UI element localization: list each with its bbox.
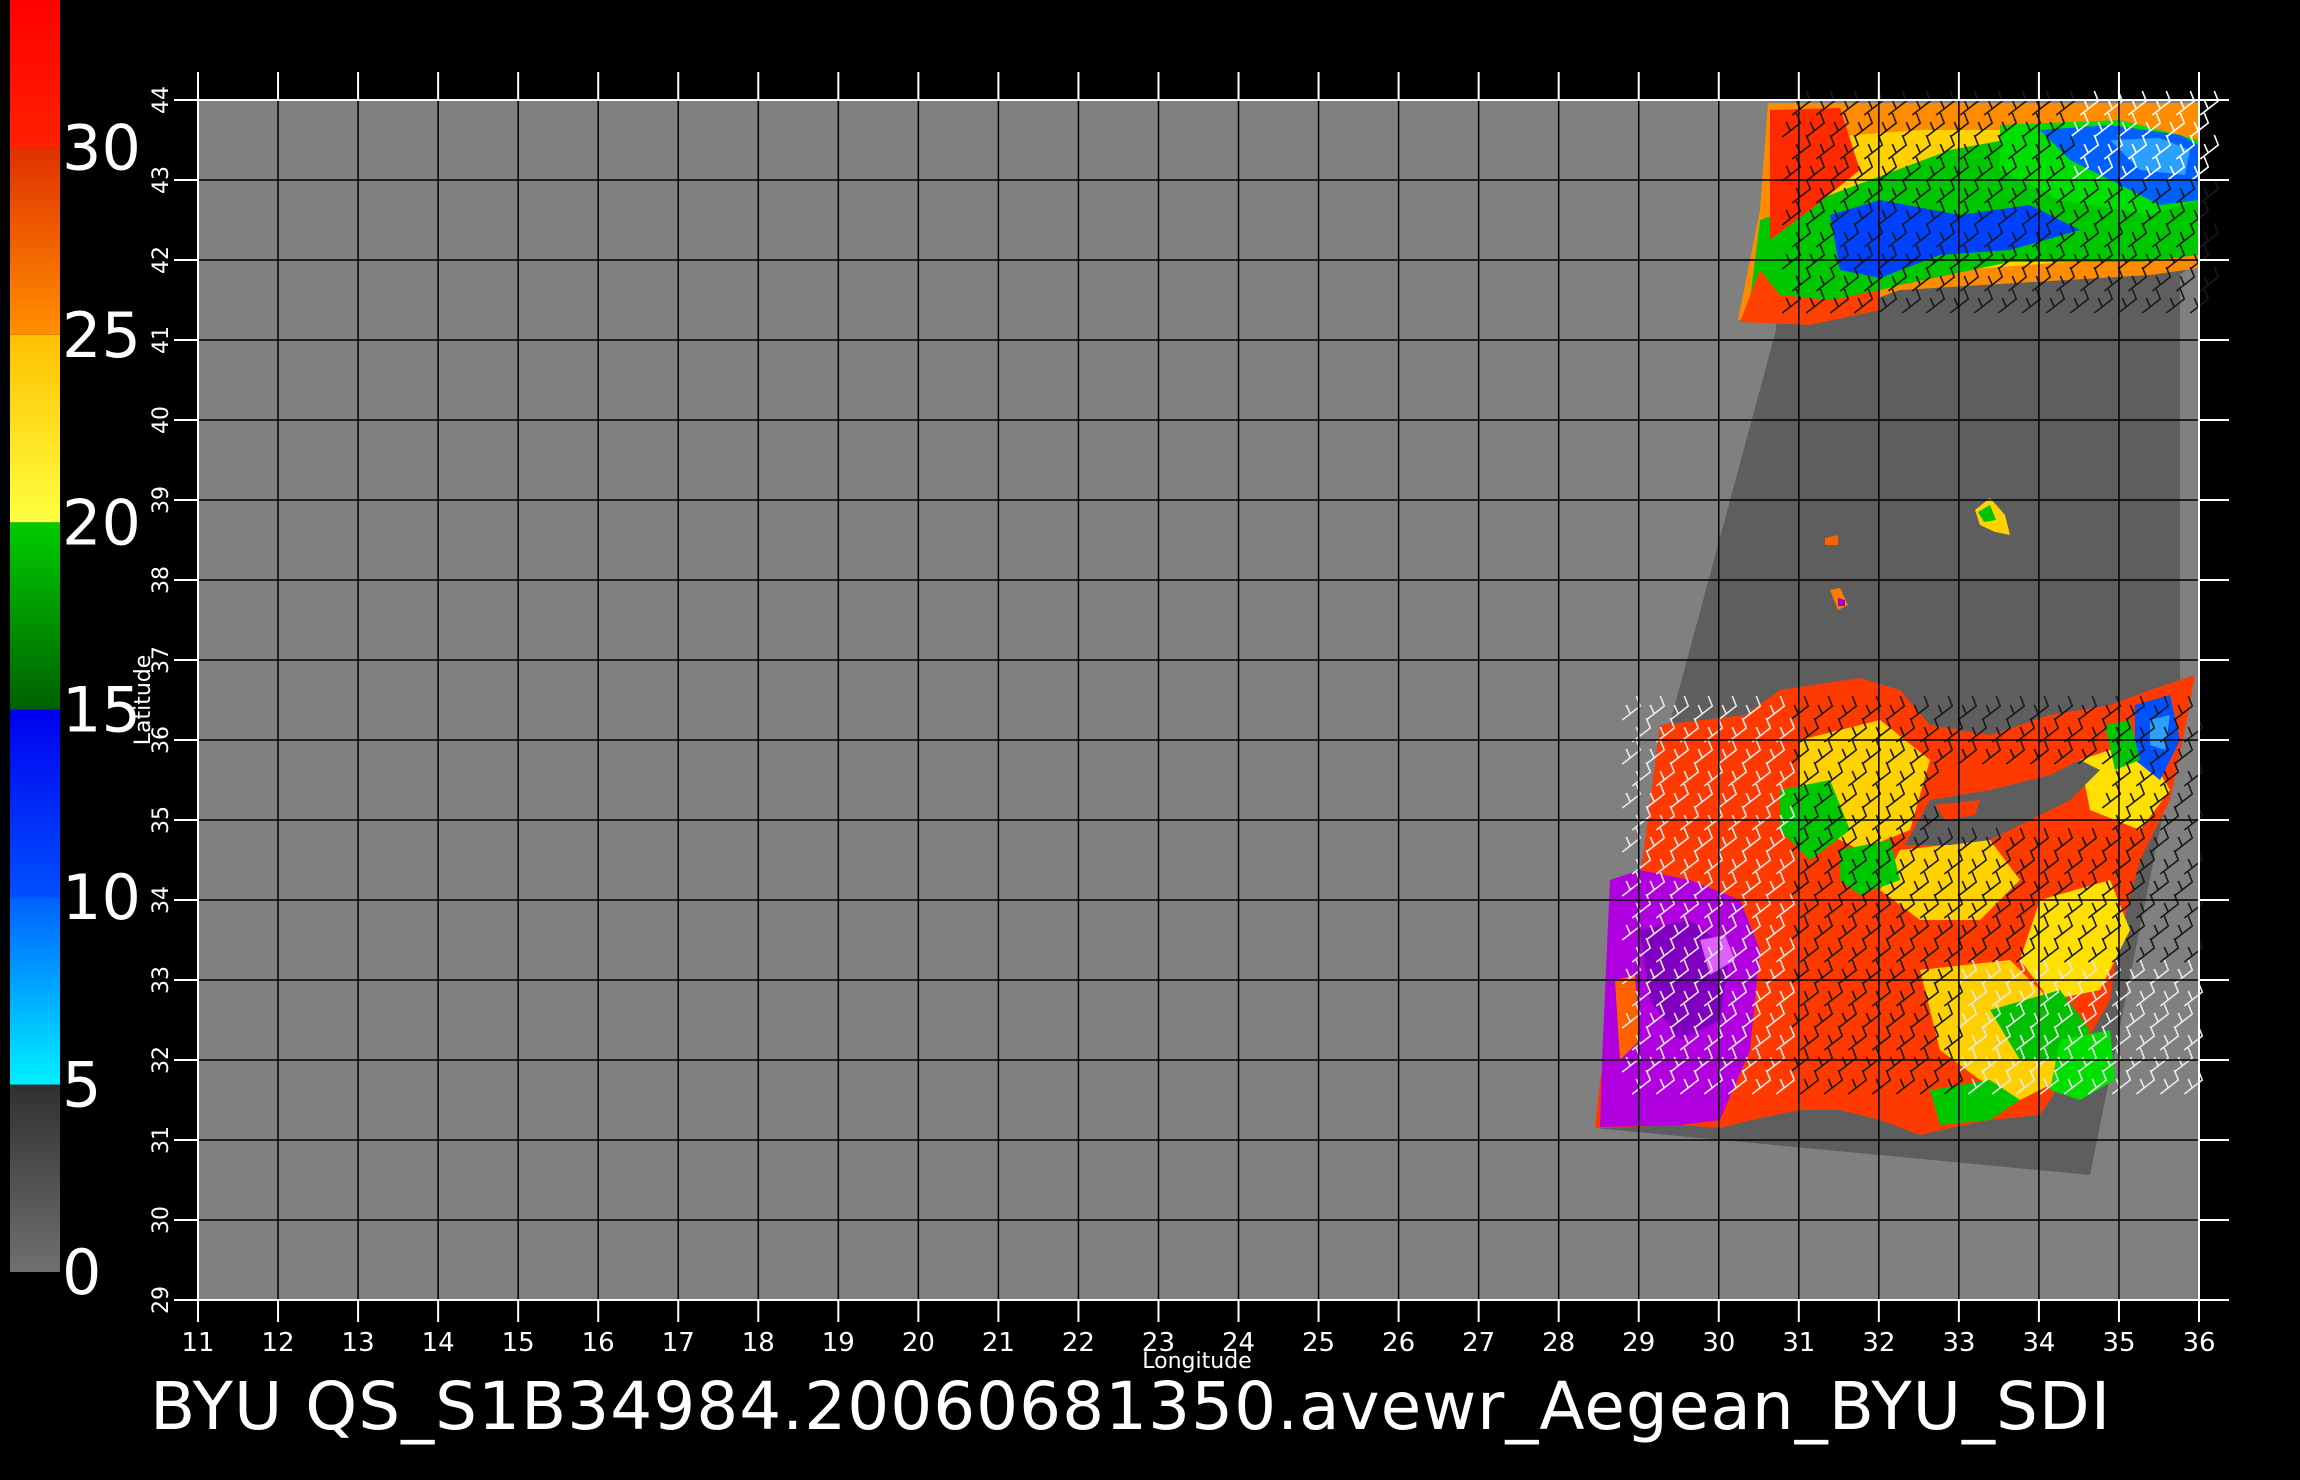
colorbar-band — [10, 334, 60, 523]
longitude-tick-label: 25 — [1302, 1328, 1335, 1358]
longitude-tick-label: 12 — [261, 1328, 294, 1358]
longitude-tick-label: 31 — [1782, 1328, 1815, 1358]
colorbar-tick-label: 5 — [62, 1049, 101, 1122]
colorbar-tick-label: 20 — [62, 486, 141, 559]
longitude-tick-label: 26 — [1382, 1328, 1415, 1358]
longitude-tick-label: 17 — [662, 1328, 695, 1358]
wind-barb — [2199, 222, 2220, 248]
colorbar — [10, 0, 60, 1272]
longitude-tick-label: 35 — [2102, 1328, 2135, 1358]
longitude-tick-label: 15 — [502, 1328, 535, 1358]
latitude-tick-label: 32 — [149, 1046, 174, 1074]
colorbar-tick-label: 15 — [62, 674, 141, 747]
latitude-tick-label: 41 — [149, 326, 174, 354]
latitude-tick-label: 40 — [149, 406, 174, 434]
longitude-tick-label: 30 — [1702, 1328, 1735, 1358]
latitude-tick-label: 29 — [149, 1286, 174, 1314]
latitude-tick-label: 33 — [149, 966, 174, 994]
latitude-tick-label: 43 — [149, 166, 174, 194]
longitude-tick-label: 33 — [1942, 1328, 1975, 1358]
longitude-tick-label: 16 — [582, 1328, 615, 1358]
latitude-tick-label: 39 — [149, 486, 174, 514]
longitude-tick-label: 27 — [1462, 1328, 1495, 1358]
longitude-tick-label: 20 — [902, 1328, 935, 1358]
latitude-tick-label: 34 — [149, 886, 174, 914]
colorbar-band — [10, 522, 60, 710]
latitude-tick-label: 42 — [149, 246, 174, 274]
longitude-tick-label: 18 — [742, 1328, 775, 1358]
longitude-tick-label: 19 — [822, 1328, 855, 1358]
longitude-tick-label: 13 — [342, 1328, 375, 1358]
latitude-tick-label: 30 — [149, 1206, 174, 1234]
wind-barb — [2199, 178, 2220, 204]
colorbar-band — [10, 0, 60, 148]
y-axis-label: Latitude — [131, 655, 156, 746]
wind-barb — [2199, 266, 2220, 292]
longitude-tick-label: 29 — [1622, 1328, 1655, 1358]
wind-barb — [2199, 90, 2220, 116]
latitude-tick-label: 31 — [149, 1126, 174, 1154]
wind-barb — [2199, 134, 2220, 160]
colorbar-tick-label: 25 — [62, 299, 141, 372]
colorbar-band — [10, 897, 60, 1085]
longitude-tick-label: 11 — [181, 1328, 214, 1358]
longitude-tick-label: 22 — [1062, 1328, 1095, 1358]
colorbar-tick-label: 0 — [62, 1236, 101, 1309]
map-title: BYU QS_S1B34984.20060681350.avewr_Aegean… — [150, 1368, 2112, 1445]
longitude-tick-label: 32 — [1862, 1328, 1895, 1358]
latitude-tick-label: 44 — [149, 86, 174, 114]
colorbar-tick-label: 30 — [62, 111, 141, 184]
colorbar-band — [10, 1084, 60, 1272]
longitude-tick-label: 34 — [2022, 1328, 2055, 1358]
colorbar-tick-label: 10 — [62, 861, 141, 934]
longitude-tick-label: 14 — [422, 1328, 455, 1358]
longitude-tick-label: 21 — [982, 1328, 1015, 1358]
longitude-tick-label: 36 — [2182, 1328, 2215, 1358]
colorbar-labels: 35302520151050 — [62, 111, 141, 1309]
latitude-tick-label: 35 — [149, 806, 174, 834]
colorbar-band — [10, 147, 60, 335]
wind-map: 35 30 25 20 15 10 5 0 — [10, 0, 2229, 1374]
longitude-tick-label: 28 — [1542, 1328, 1575, 1358]
latitude-tick-label: 38 — [149, 566, 174, 594]
colorbar-band — [10, 709, 60, 898]
